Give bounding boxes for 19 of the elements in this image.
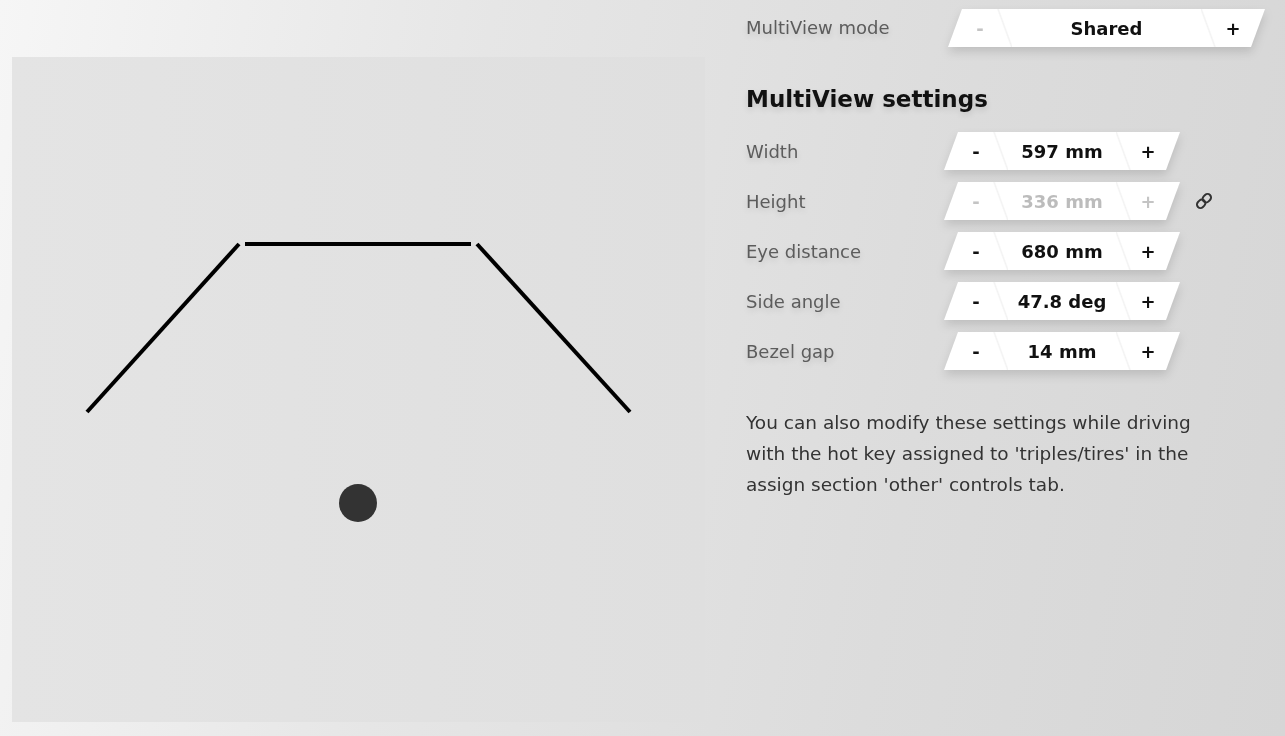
value-text: 597 mm xyxy=(1020,140,1104,162)
value-text: Shared xyxy=(1069,17,1144,39)
link-icon[interactable] xyxy=(1194,191,1214,211)
setting-label: Height xyxy=(746,190,806,212)
setting-label: Side angle xyxy=(746,290,841,312)
setting-label: Eye distance xyxy=(746,240,862,262)
setting-label: Bezel gap xyxy=(746,340,835,362)
value-text: 680 mm xyxy=(1020,240,1104,262)
stepper[interactable]: - 680 mm + xyxy=(944,232,1180,270)
value-text: 47.8 deg xyxy=(1016,290,1108,312)
section-heading: MultiView settings xyxy=(746,85,988,114)
setting-label: Width xyxy=(746,140,799,162)
stepper[interactable]: - 597 mm + xyxy=(944,132,1180,170)
value-text: 14 mm xyxy=(1026,340,1098,362)
stepper[interactable]: - 14 mm + xyxy=(944,332,1180,370)
value-text: 336 mm xyxy=(1020,190,1104,212)
help-text: You can also modify these settings while driving with the hot key assigned to 'triples/tires' in the assign section 'other' controls tab. xyxy=(746,411,1192,497)
stepper[interactable]: - 47.8 deg + xyxy=(944,282,1180,320)
mode-label: MultiView mode xyxy=(746,17,890,38)
